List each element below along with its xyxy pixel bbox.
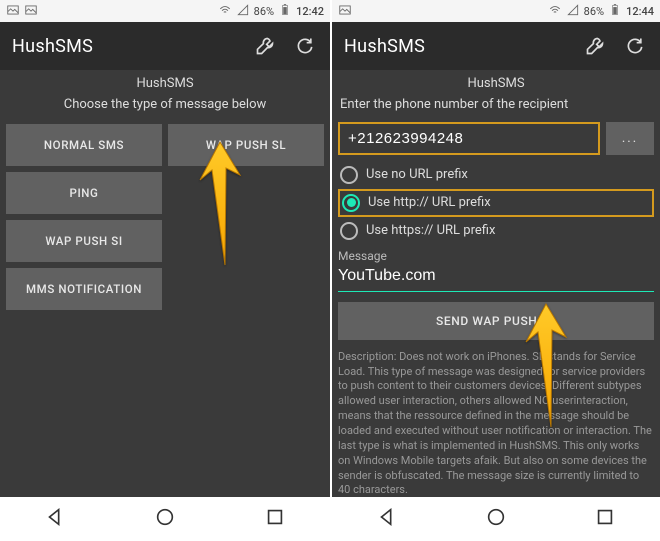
ping-button[interactable]: PING [6, 172, 162, 214]
image-icon [338, 3, 352, 20]
wifi-icon [218, 3, 232, 20]
home-button[interactable] [154, 506, 176, 532]
refresh-icon[interactable] [622, 33, 648, 59]
normal-sms-button[interactable]: NORMAL SMS [6, 124, 162, 166]
back-button[interactable] [376, 506, 398, 532]
back-button[interactable] [44, 506, 66, 532]
status-bar: 86% 12:44 [332, 0, 660, 22]
wifi-icon [548, 3, 562, 20]
recent-button[interactable] [264, 506, 286, 532]
recent-button[interactable] [594, 506, 616, 532]
header-app-name: HushSMS [6, 70, 324, 97]
radio-https-prefix[interactable]: Use https:// URL prefix [338, 217, 654, 245]
wrench-icon[interactable] [252, 33, 278, 59]
radio-label: Use no URL prefix [366, 167, 468, 182]
radio-label: Use http:// URL prefix [368, 195, 491, 210]
nav-bar [0, 497, 330, 541]
radio-icon [340, 222, 358, 240]
nav-bar [332, 497, 660, 541]
content-area: HushSMS Enter the phone number of the re… [332, 70, 660, 497]
battery-percent: 86% [584, 5, 604, 18]
refresh-icon[interactable] [292, 33, 318, 59]
app-bar: HushSMS [0, 22, 330, 70]
phone-number-input[interactable] [338, 122, 600, 155]
signal-icon [236, 3, 250, 20]
phone-screen-right: 86% 12:44 HushSMS HushSMS Enter the phon… [330, 0, 660, 541]
status-bar: 86% 12:42 [0, 0, 330, 22]
wap-push-si-button[interactable]: WAP PUSH SI [6, 220, 162, 262]
clock: 12:44 [626, 5, 654, 18]
image-icon [6, 3, 20, 20]
mms-notification-button[interactable]: MMS NOTIFICATION [6, 268, 162, 310]
radio-no-prefix[interactable]: Use no URL prefix [338, 161, 654, 189]
battery-icon [278, 3, 292, 20]
radio-icon [340, 166, 358, 184]
contacts-button[interactable]: ... [606, 122, 654, 155]
battery-icon [608, 3, 622, 20]
home-button[interactable] [485, 506, 507, 532]
radio-http-prefix[interactable]: Use http:// URL prefix [338, 189, 654, 217]
message-input[interactable] [338, 263, 654, 292]
clock: 12:42 [296, 5, 324, 18]
image-icon [24, 3, 38, 20]
battery-percent: 86% [254, 5, 274, 18]
header-subtitle: Enter the phone number of the recipient [338, 97, 654, 118]
content-area: HushSMS Choose the type of message below… [0, 70, 330, 497]
description-text: Description: Does not work on iPhones. S… [338, 350, 654, 497]
message-label: Message [338, 249, 654, 263]
signal-icon [566, 3, 580, 20]
app-title: HushSMS [12, 36, 93, 57]
phone-screen-left: 86% 12:42 HushSMS HushSMS Choose the typ… [0, 0, 330, 541]
radio-icon [342, 194, 360, 212]
send-button[interactable]: SEND WAP PUSH SL [338, 302, 654, 340]
radio-label: Use https:// URL prefix [366, 223, 495, 238]
app-title: HushSMS [344, 36, 425, 57]
wrench-icon[interactable] [582, 33, 608, 59]
wap-push-sl-button[interactable]: WAP PUSH SL [168, 124, 324, 166]
app-bar: HushSMS [332, 22, 660, 70]
header-subtitle: Choose the type of message below [6, 97, 324, 118]
header-app-name: HushSMS [338, 70, 654, 97]
